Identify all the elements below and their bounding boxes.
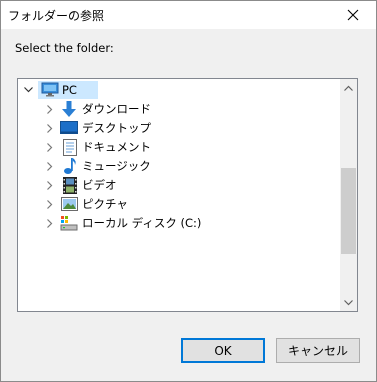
scroll-up-button[interactable] — [340, 79, 357, 96]
scroll-down-button[interactable] — [340, 294, 357, 311]
tree-item-label: ローカル ディスク (C:) — [82, 216, 202, 230]
tree-item-videos[interactable]: ビデオ — [18, 175, 338, 195]
music-note-icon — [61, 157, 79, 175]
chevron-up-icon — [344, 85, 353, 91]
tree-item-documents[interactable]: ドキュメント — [18, 137, 338, 157]
cancel-button[interactable]: キャンセル — [276, 338, 360, 363]
chevron-right-icon[interactable] — [44, 175, 56, 195]
desktop-icon — [60, 119, 78, 137]
tree-item-music[interactable]: ミュージック — [18, 156, 338, 176]
chevron-right-icon[interactable] — [44, 156, 56, 176]
scrollbar-thumb[interactable] — [341, 168, 356, 254]
folder-browse-dialog: フォルダーの参照 Select the folder: PC ダウンロード デス… — [0, 0, 377, 382]
tree-item-local-disk-c[interactable]: ローカル ディスク (C:) — [18, 213, 338, 233]
tree-item-label: ピクチャ — [82, 197, 128, 211]
tree-item-desktop[interactable]: デスクトップ — [18, 118, 338, 138]
vertical-scrollbar[interactable] — [340, 79, 357, 311]
tree-item-label: ミュージック — [82, 159, 151, 173]
chevron-right-icon[interactable] — [44, 118, 56, 138]
close-icon — [347, 9, 359, 21]
window-title: フォルダーの参照 — [8, 9, 105, 23]
tree-item-label: ダウンロード — [82, 102, 151, 116]
chevron-right-icon[interactable] — [44, 99, 56, 119]
video-film-icon — [61, 176, 79, 194]
pc-monitor-icon — [41, 81, 59, 99]
title-bar: フォルダーの参照 — [1, 1, 376, 29]
close-button[interactable] — [330, 1, 376, 29]
chevron-right-icon[interactable] — [44, 213, 56, 233]
prompt-label: Select the folder: — [15, 41, 114, 55]
chevron-right-icon[interactable] — [44, 194, 56, 214]
chevron-down-icon — [344, 299, 353, 305]
local-disk-icon — [60, 214, 78, 232]
tree-item-pictures[interactable]: ピクチャ — [18, 194, 338, 214]
picture-icon — [60, 195, 78, 213]
tree-item-pc[interactable]: PC — [18, 80, 338, 100]
chevron-right-icon[interactable] — [44, 137, 56, 157]
document-icon — [61, 138, 79, 156]
folder-tree[interactable]: PC ダウンロード デスクトップ ドキュメント ミュージック ビデオ ピクチャ … — [17, 78, 358, 312]
ok-button[interactable]: OK — [181, 338, 265, 363]
tree-item-label: デスクトップ — [82, 121, 151, 135]
chevron-down-icon[interactable] — [22, 80, 34, 100]
tree-item-label: ビデオ — [82, 178, 117, 192]
tree-item-downloads[interactable]: ダウンロード — [18, 99, 338, 119]
tree-item-label: PC — [62, 83, 77, 97]
tree-item-label: ドキュメント — [82, 140, 151, 154]
download-arrow-icon — [60, 100, 78, 118]
